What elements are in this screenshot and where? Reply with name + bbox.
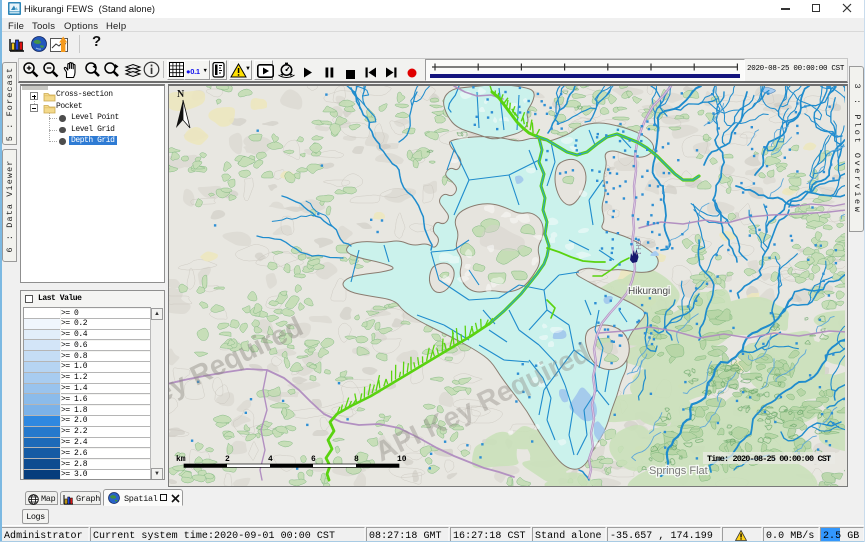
svg-text:Time: 2020-08-25 00:00:00 CST: Time: 2020-08-25 00:00:00 CST bbox=[707, 454, 831, 464]
svg-text:N: N bbox=[177, 89, 185, 100]
svg-text:8: 8 bbox=[354, 455, 359, 464]
svg-text:Springs Flat: Springs Flat bbox=[649, 465, 708, 477]
svg-text:10: 10 bbox=[397, 455, 407, 464]
svg-text:6: 6 bbox=[311, 455, 316, 464]
svg-text:2: 2 bbox=[225, 455, 230, 464]
svg-text:4: 4 bbox=[268, 455, 273, 464]
svg-text:Hikurangi: Hikurangi bbox=[628, 286, 670, 297]
svg-text:km: km bbox=[176, 455, 186, 464]
svg-text:SH 1: SH 1 bbox=[634, 240, 641, 256]
